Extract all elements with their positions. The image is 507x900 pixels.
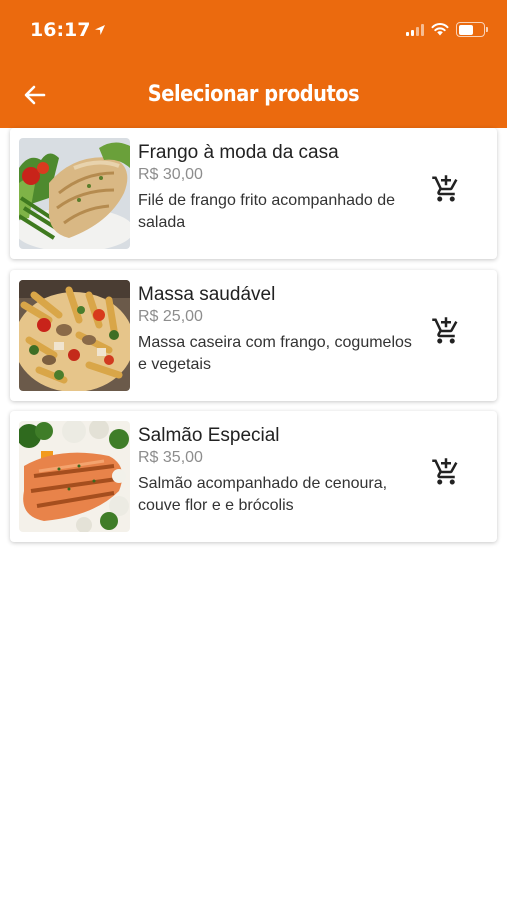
product-card[interactable]: Massa saudável R$ 25,00 Massa caseira co… [10, 270, 497, 401]
cellular-signal-icon [406, 23, 424, 36]
time-text: 16:17 [30, 19, 91, 41]
product-image [19, 421, 130, 532]
status-indicators [406, 22, 488, 37]
product-description: Massa caseira com frango, cogumelos e ve… [138, 334, 412, 373]
chicken-salad-image [19, 138, 130, 249]
battery-icon [456, 22, 488, 37]
product-card[interactable]: Salmão Especial R$ 35,00 Salmão acompanh… [10, 411, 497, 542]
status-time: 16:17 [30, 19, 106, 41]
add-to-cart-button[interactable] [431, 457, 461, 487]
add-to-cart-icon [432, 175, 458, 202]
product-description: Filé de frango frito acompanhado de sala… [138, 192, 396, 231]
add-to-cart-icon [432, 458, 458, 485]
status-bar: 16:17 [0, 0, 507, 62]
add-to-cart-button[interactable] [431, 316, 461, 346]
product-name: Frango à moda da casa [138, 142, 339, 163]
product-name: Massa saudável [138, 284, 276, 305]
location-arrow-icon [95, 25, 106, 35]
product-image [19, 280, 130, 391]
add-to-cart-button[interactable] [431, 174, 461, 204]
pasta-image [19, 280, 130, 391]
salmon-vegetables-image [19, 421, 130, 532]
product-price: R$ 25,00 [138, 308, 203, 325]
product-card[interactable]: Frango à moda da casa R$ 30,00 Filé de f… [10, 128, 497, 259]
product-name: Salmão Especial [138, 425, 280, 446]
wifi-icon [431, 23, 449, 36]
app-header: 16:17 Selecionar produtos [0, 0, 507, 128]
product-price: R$ 30,00 [138, 166, 203, 183]
add-to-cart-icon [432, 317, 458, 344]
product-price: R$ 35,00 [138, 449, 203, 466]
product-image [19, 138, 130, 249]
product-description: Salmão acompanhado de cenoura, couve flo… [138, 475, 388, 514]
page-title: Selecionar produtos [147, 82, 360, 107]
